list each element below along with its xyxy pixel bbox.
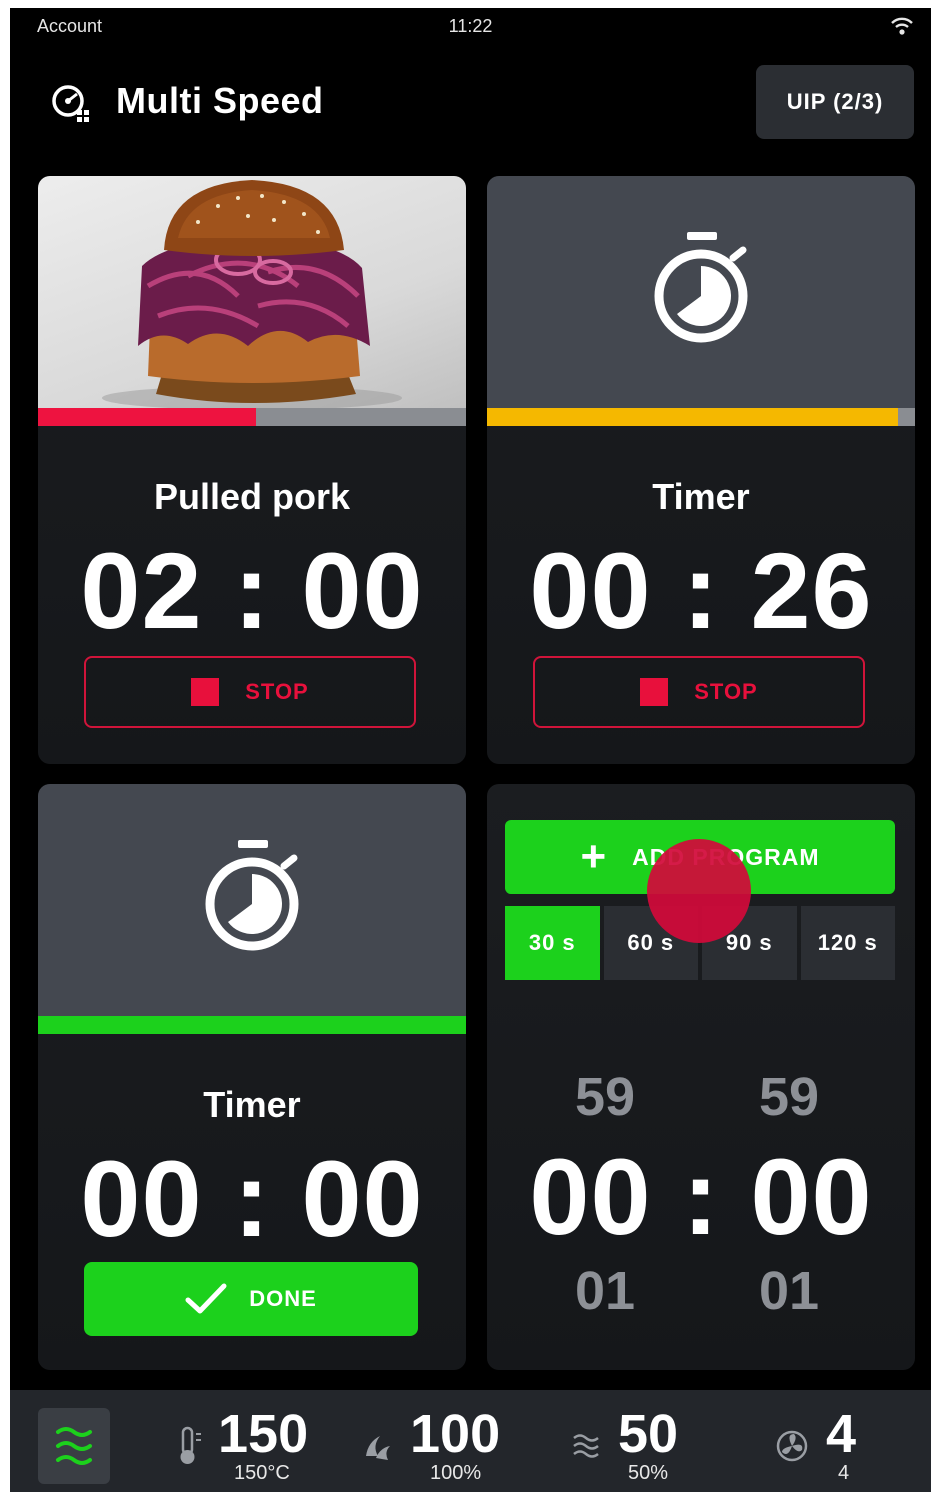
temperature-value: 150 [218, 1404, 309, 1464]
steam-icon [366, 1436, 390, 1460]
check-icon [185, 1283, 227, 1314]
program-card-pulled-pork[interactable]: Pulled pork 02 : 00 STOP [38, 176, 466, 764]
stop-button[interactable]: STOP [533, 656, 865, 728]
add-program-card: + ADD PROGRAM 30 s 60 s 90 s 120 s 59 59… [487, 784, 915, 1370]
preset-30s[interactable]: 30 s [505, 906, 600, 980]
timer-card-running[interactable]: Timer 00 : 26 STOP [487, 176, 915, 764]
fan-icon [776, 1430, 808, 1462]
humidity-value: 50 [618, 1404, 679, 1464]
multi-speed-icon [52, 85, 89, 122]
wifi-icon [891, 17, 913, 35]
stop-icon [191, 678, 220, 706]
countdown-time: 00 : 00 [80, 1138, 424, 1259]
mode-button[interactable] [38, 1408, 110, 1484]
steam-stat[interactable]: 100 100% [362, 1404, 532, 1490]
humidity-icon [573, 1434, 599, 1458]
temperature-stat[interactable]: 150 150°C [174, 1404, 334, 1490]
fan-unit: 4 [838, 1462, 850, 1484]
progress-bar [38, 408, 466, 426]
countdown-time: 02 : 00 [80, 530, 424, 651]
progress-bar [487, 408, 915, 426]
status-bar: Account 11:22 [10, 8, 931, 46]
seconds-below[interactable]: 01 [759, 1260, 819, 1322]
thermometer-icon [180, 1426, 201, 1464]
fan-value: 4 [826, 1404, 857, 1464]
burger-illustration [102, 180, 402, 410]
temperature-unit: 150°C [234, 1462, 290, 1484]
preset-120s[interactable]: 120 s [800, 906, 895, 980]
steam-value: 100 [410, 1404, 501, 1464]
page-title: Multi Speed [116, 80, 324, 121]
progress-bar [38, 1016, 466, 1034]
stop-button[interactable]: STOP [84, 656, 416, 728]
progress-fill [38, 408, 257, 426]
food-image [38, 176, 466, 426]
program-name: Pulled pork [153, 476, 351, 517]
timer-name: Timer [203, 1084, 301, 1125]
stop-button-label: STOP [245, 679, 309, 704]
stop-icon [640, 678, 669, 706]
fan-stat[interactable]: 4 4 [772, 1404, 872, 1490]
done-button[interactable]: DONE [84, 1262, 418, 1336]
stopwatch-icon [205, 840, 299, 951]
picker-time[interactable]: 00 : 00 [487, 1134, 915, 1259]
wave-mode-icon [56, 1427, 92, 1465]
progress-fill [38, 1016, 466, 1034]
done-button-label: DONE [249, 1286, 317, 1311]
bottom-status-bar: 150 150°C 100 100% 50 50% 4 4 [10, 1390, 931, 1492]
clock: 11:22 [448, 16, 493, 36]
plus-icon: + [580, 832, 607, 881]
progress-fill [487, 408, 898, 426]
timer-header [487, 176, 915, 426]
uip-button[interactable]: UIP (2/3) [756, 65, 914, 139]
timer-header [38, 784, 466, 1034]
steam-unit: 100% [430, 1462, 482, 1484]
minutes-below[interactable]: 01 [575, 1260, 635, 1322]
seconds-above[interactable]: 59 [759, 1066, 819, 1128]
timer-name: Timer [652, 476, 750, 517]
touch-indicator [647, 839, 751, 943]
minutes-above[interactable]: 59 [575, 1066, 635, 1128]
stopwatch-icon [654, 232, 748, 343]
humidity-unit: 50% [628, 1462, 669, 1484]
humidity-stat[interactable]: 50 50% [570, 1404, 700, 1490]
device-screen: Account 11:22 Multi Speed UIP (2/3) Pull… [10, 8, 931, 1492]
countdown-time: 00 : 26 [529, 530, 873, 651]
timer-card-done[interactable]: Timer 00 : 00 DONE [38, 784, 466, 1370]
stop-button-label: STOP [694, 679, 758, 704]
